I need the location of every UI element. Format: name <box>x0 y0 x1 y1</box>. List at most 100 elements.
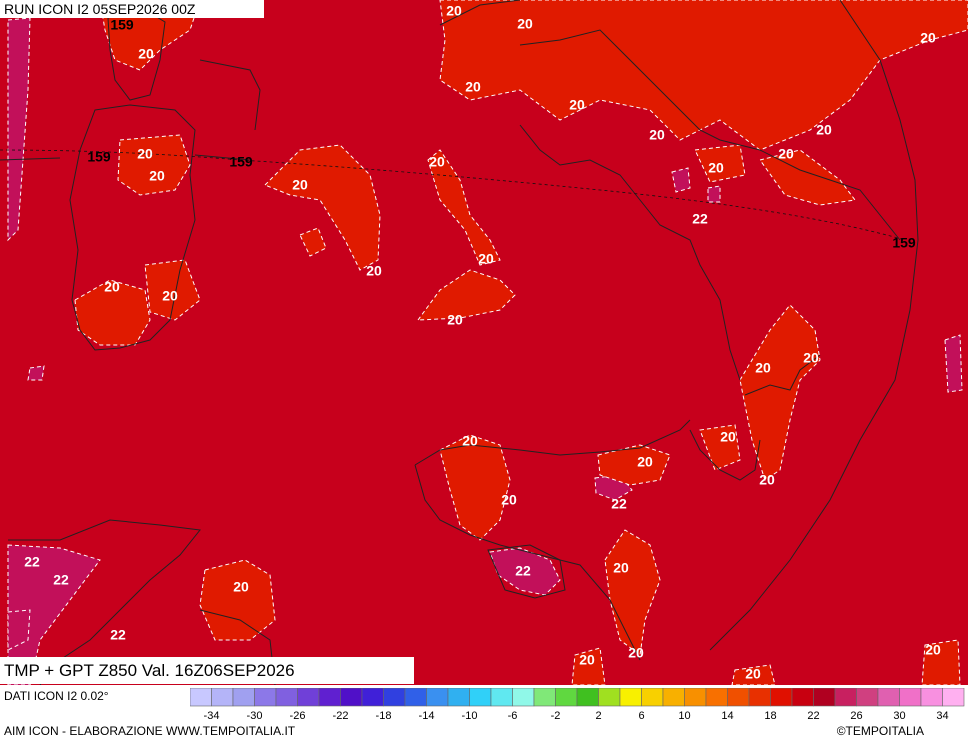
colorbar-tick-label: -18 <box>376 710 392 722</box>
colorbar-swatch <box>770 688 793 707</box>
colorbar-swatch <box>318 688 341 707</box>
colorbar-swatch <box>619 688 642 707</box>
temp-label: 20 <box>447 312 463 328</box>
temp-label: 20 <box>759 472 775 488</box>
colorbar-swatch <box>856 688 879 707</box>
colorbar-swatch <box>748 688 771 707</box>
colorbar-swatch <box>576 688 599 707</box>
colorbar-swatch <box>684 688 707 707</box>
colorbar-swatch <box>813 688 836 707</box>
temp-label: 20 <box>613 560 629 576</box>
temp-label: 20 <box>478 251 494 267</box>
colorbar-swatch <box>641 688 664 707</box>
gpt-label: 159 <box>229 154 253 170</box>
data-source: DATI ICON I2 0.02° <box>4 689 109 703</box>
gpt-label: 159 <box>87 149 111 165</box>
temp-label: 20 <box>104 279 120 295</box>
temp-label: 20 <box>816 122 832 138</box>
colorbar-tick-label: 34 <box>936 710 948 722</box>
colorbar-swatch <box>297 688 320 707</box>
temp-label: 20 <box>920 30 936 46</box>
colorbar-swatch <box>834 688 857 707</box>
temp-label: 20 <box>708 160 724 176</box>
colorbar-swatch <box>469 688 492 707</box>
weather-map: 20 20 20 20 20 20 20 20 20 20 20 20 20 2… <box>0 0 968 685</box>
temp-label: 20 <box>366 263 382 279</box>
colorbar-swatch <box>920 688 943 707</box>
temp-label: 20 <box>462 433 478 449</box>
temp-label: 20 <box>745 666 761 682</box>
colorbar-swatch <box>275 688 298 707</box>
colorbar-swatch <box>211 688 234 707</box>
temp-label: 20 <box>292 177 308 193</box>
colorbar-swatch <box>899 688 922 707</box>
temp-label: 20 <box>755 360 771 376</box>
colorbar-swatch <box>942 688 965 707</box>
temp-label: 22 <box>611 496 627 512</box>
temp-label: 22 <box>515 563 531 579</box>
colorbar-tick-label: 26 <box>850 710 862 722</box>
temp-label: 20 <box>517 16 533 32</box>
temp-label: 20 <box>579 652 595 668</box>
temp-label: 20 <box>149 168 165 184</box>
colorbar-swatch <box>662 688 685 707</box>
colorbar-swatch <box>404 688 427 707</box>
colorbar-tick-label: 10 <box>678 710 690 722</box>
temp-label: 20 <box>233 579 249 595</box>
colorbar-swatch <box>533 688 556 707</box>
colorbar-swatch <box>877 688 900 707</box>
colorbar-tick-label: 14 <box>721 710 733 722</box>
colorbar-swatch <box>555 688 578 707</box>
temp-label: 20 <box>137 146 153 162</box>
colorbar-tick-label: -26 <box>290 710 306 722</box>
temp-label: 20 <box>501 492 517 508</box>
colorbar-tick-label: -2 <box>551 710 561 722</box>
colorbar-tick-label: -22 <box>333 710 349 722</box>
colorbar: -34 -30 -26 -22 -18 -14 -10 -6 -2 2 6 10 14 18 22 26 30 3… <box>190 688 965 722</box>
colorbar-ticks: -34 -30 -26 -22 -18 -14 -10 -6 -2 2 6 10 14 18 22 26 30 3… <box>204 710 949 722</box>
colorbar-swatch <box>598 688 621 707</box>
temp-label: 20 <box>138 46 154 62</box>
colorbar-tick-label: 2 <box>595 710 601 722</box>
temp-label: 20 <box>720 429 736 445</box>
colorbar-swatch <box>490 688 513 707</box>
colorbar-tick-label: 18 <box>764 710 776 722</box>
map-title: TMP + GPT Z850 Val. 16Z06SEP2026 <box>0 657 414 684</box>
colorbar-tick-label: -14 <box>419 710 435 722</box>
temp-label: 22 <box>110 627 126 643</box>
colorbar-swatch <box>232 688 255 707</box>
colorbar-swatch <box>705 688 728 707</box>
temp-label: 20 <box>925 642 941 658</box>
colorbar-swatches <box>190 688 965 707</box>
colorbar-tick-label: 22 <box>807 710 819 722</box>
temp-label: 20 <box>465 79 481 95</box>
colorbar-tick-label: -6 <box>508 710 518 722</box>
colorbar-swatch <box>447 688 470 707</box>
colorbar-swatch <box>340 688 363 707</box>
temp-label: 20 <box>162 288 178 304</box>
temp-label: 20 <box>637 454 653 470</box>
colorbar-tick-label: -10 <box>462 710 478 722</box>
temp-label: 22 <box>692 211 708 227</box>
temp-label: 20 <box>569 97 585 113</box>
temp-label: 20 <box>778 146 794 162</box>
colorbar-tick-label: 6 <box>638 710 644 722</box>
colorbar-swatch <box>727 688 750 707</box>
temp-label: 22 <box>53 572 69 588</box>
colorbar-swatch <box>383 688 406 707</box>
colorbar-swatch <box>512 688 535 707</box>
colorbar-swatch <box>426 688 449 707</box>
run-info: RUN ICON I2 05SEP2026 00Z <box>0 0 264 18</box>
gpt-label: 159 <box>110 17 134 33</box>
temp-label: 20 <box>803 350 819 366</box>
credit: AIM ICON - ELABORAZIONE WWW.TEMPOITALIA.… <box>4 724 296 738</box>
colorbar-tick-label: -30 <box>247 710 263 722</box>
gpt-label: 159 <box>892 235 916 251</box>
temp-label: 20 <box>649 127 665 143</box>
temp-label: 20 <box>446 3 462 19</box>
temp-label: 22 <box>24 554 40 570</box>
brand: ©TEMPOITALIA <box>836 724 924 738</box>
colorbar-swatch <box>190 688 212 707</box>
colorbar-swatch <box>791 688 814 707</box>
colorbar-tick-label: -34 <box>204 710 220 722</box>
